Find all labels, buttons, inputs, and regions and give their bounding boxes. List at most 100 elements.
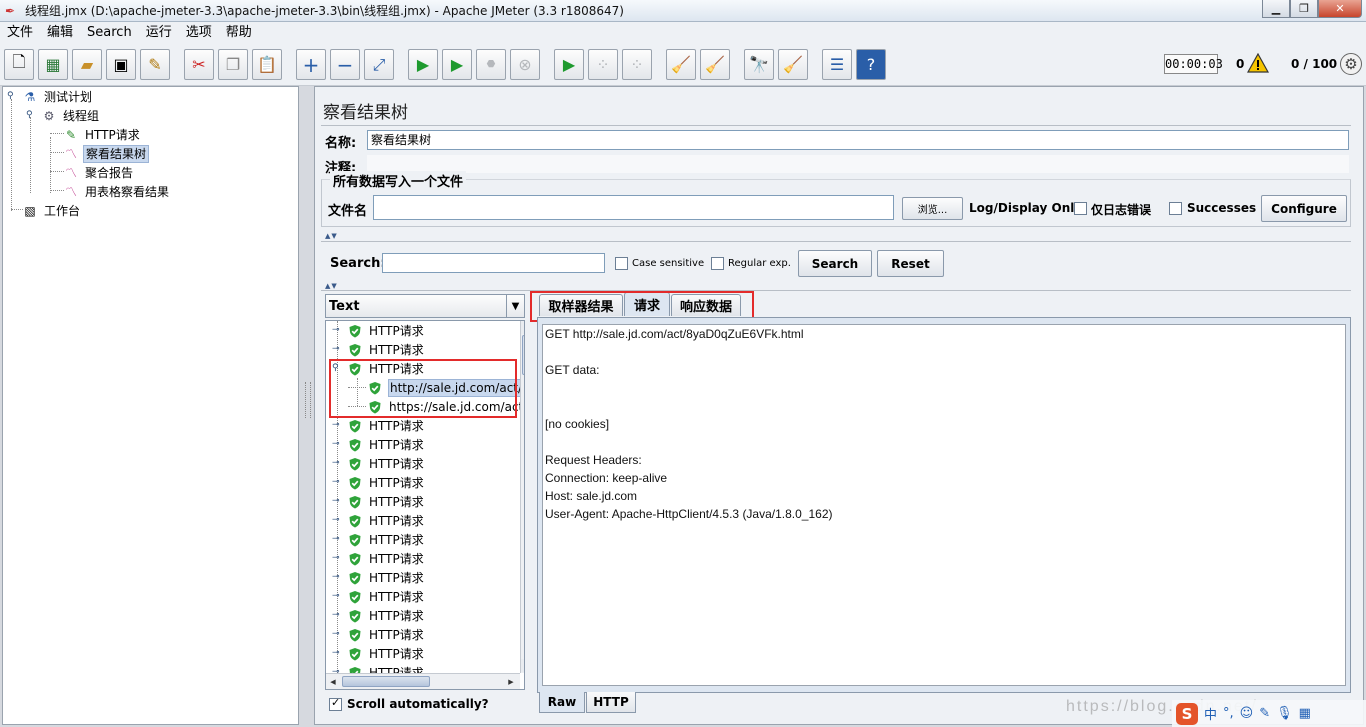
- clear-all-icon[interactable]: 🧹: [700, 49, 730, 80]
- subtab-raw[interactable]: Raw: [539, 692, 585, 713]
- warning-icon[interactable]: [1247, 53, 1269, 73]
- tree-toggle-icon[interactable]: ⊸: [332, 496, 340, 506]
- punctuation-icon[interactable]: °,: [1223, 706, 1234, 721]
- search-icon[interactable]: 🔭: [744, 49, 774, 80]
- subtab-http[interactable]: HTTP: [586, 692, 636, 713]
- cut-icon[interactable]: ✂: [184, 49, 214, 80]
- scroll-down-icon[interactable]: ▼: [521, 659, 524, 672]
- tree-toggle-icon[interactable]: ⊸: [332, 325, 340, 335]
- result-item[interactable]: ⊸ HTTP请求: [332, 549, 425, 568]
- tree-node-thread-group[interactable]: ⚙ 线程组: [40, 106, 101, 125]
- tree-toggle-icon[interactable]: ⊸: [332, 610, 340, 620]
- menu-search[interactable]: Search: [80, 22, 139, 44]
- result-item[interactable]: ⊸ HTTP请求: [332, 606, 425, 625]
- vertical-scrollbar[interactable]: ▲ ▼: [520, 321, 524, 673]
- case-sensitive-checkbox[interactable]: [615, 257, 628, 270]
- result-item[interactable]: ⊸ HTTP请求: [332, 416, 425, 435]
- scrollbar-thumb[interactable]: [342, 676, 430, 687]
- search-button[interactable]: Search: [798, 250, 872, 277]
- menu-run[interactable]: 运行: [139, 22, 179, 44]
- toggle-icon[interactable]: ⤢: [364, 49, 394, 80]
- tree-node-workbench[interactable]: ▧ 工作台: [21, 201, 82, 220]
- tree-toggle-icon[interactable]: ⚲: [7, 92, 16, 101]
- new-icon[interactable]: 🗋: [4, 49, 34, 80]
- split-pane-divider[interactable]: [302, 86, 314, 725]
- scroll-right-icon[interactable]: ▶: [504, 675, 518, 688]
- tree-node-aggregate-report[interactable]: 〽 聚合报告: [62, 163, 135, 182]
- tree-toggle-icon[interactable]: ⊸: [332, 458, 340, 468]
- save-as-icon[interactable]: ✎: [140, 49, 170, 80]
- stop-icon[interactable]: ⬣: [476, 49, 506, 80]
- horizontal-scrollbar[interactable]: ◀ ▶: [326, 673, 520, 689]
- open-icon[interactable]: ▰: [72, 49, 102, 80]
- tree-node-table-results[interactable]: 〽 用表格察看结果: [62, 182, 171, 201]
- tree-node-http-request[interactable]: ✎ HTTP请求: [62, 125, 142, 144]
- comment-input[interactable]: [367, 155, 1349, 173]
- tree-toggle-icon[interactable]: ⊸: [332, 572, 340, 582]
- scrollbar-thumb[interactable]: [522, 335, 524, 375]
- start-icon[interactable]: ▶: [408, 49, 438, 80]
- regex-checkbox[interactable]: [711, 257, 724, 270]
- tree-toggle-icon[interactable]: ⊸: [332, 648, 340, 658]
- successes-checkbox[interactable]: [1169, 202, 1182, 215]
- tree-toggle-icon[interactable]: ⊸: [332, 477, 340, 487]
- search-input[interactable]: [382, 253, 605, 273]
- configure-button[interactable]: Configure: [1261, 195, 1347, 222]
- templates-icon[interactable]: ▦: [38, 49, 68, 80]
- tree-node-test-plan[interactable]: ⚗ 测试计划: [21, 87, 94, 106]
- request-detail-text[interactable]: GET http://sale.jd.com/act/8yaD0qZuE6VFk…: [542, 324, 1346, 686]
- result-item[interactable]: ⊸ HTTP请求: [332, 568, 425, 587]
- tree-toggle-icon[interactable]: ⊸: [332, 534, 340, 544]
- grid-icon[interactable]: ▦: [1299, 706, 1311, 721]
- name-input[interactable]: 察看结果树: [367, 130, 1349, 150]
- tree-toggle-icon[interactable]: ⊸: [332, 515, 340, 525]
- remote-start-icon[interactable]: ▶: [554, 49, 584, 80]
- tree-node-results-tree[interactable]: 〽 察看结果树: [62, 144, 150, 163]
- scroll-left-icon[interactable]: ◀: [326, 675, 340, 688]
- shutdown-icon[interactable]: ⊗: [510, 49, 540, 80]
- save-icon[interactable]: ▣: [106, 49, 136, 80]
- result-item[interactable]: ⊸ HTTP请求: [332, 587, 425, 606]
- remote-shutdown-icon[interactable]: ⁘: [622, 49, 652, 80]
- result-item[interactable]: ⊸ HTTP请求: [332, 435, 425, 454]
- renderer-select[interactable]: Text ▼: [325, 294, 525, 318]
- result-item[interactable]: ⊸ HTTP请求: [332, 321, 425, 340]
- ime-mode[interactable]: 中: [1204, 704, 1217, 723]
- result-item[interactable]: ⊸ HTTP请求: [332, 340, 425, 359]
- tree-toggle-icon[interactable]: ⊸: [332, 553, 340, 563]
- tree-toggle-icon[interactable]: ⊸: [332, 629, 340, 639]
- browse-button[interactable]: 浏览...: [902, 197, 963, 220]
- menu-options[interactable]: 选项: [179, 22, 219, 44]
- errors-only-checkbox[interactable]: [1074, 202, 1087, 215]
- emoji-icon[interactable]: ☺: [1240, 706, 1254, 721]
- tree-toggle-icon[interactable]: ⊸: [332, 439, 340, 449]
- chevron-down-icon[interactable]: ▼: [506, 295, 524, 317]
- result-item[interactable]: ⊸ HTTP请求: [332, 530, 425, 549]
- reset-search-icon[interactable]: 🧹: [778, 49, 808, 80]
- tree-toggle-icon[interactable]: ⊸: [332, 344, 340, 354]
- start-no-pause-icon[interactable]: ▶: [442, 49, 472, 80]
- maximize-icon[interactable]: ❐: [1290, 0, 1318, 18]
- function-helper-icon[interactable]: ☰: [822, 49, 852, 80]
- remote-stop-icon[interactable]: ⁘: [588, 49, 618, 80]
- result-item[interactable]: ⊸ HTTP请求: [332, 511, 425, 530]
- paste-icon[interactable]: 📋: [252, 49, 282, 80]
- scroll-up-icon[interactable]: ▲: [521, 321, 524, 334]
- pen-icon[interactable]: ✎: [1259, 706, 1270, 721]
- filename-input[interactable]: [373, 195, 894, 220]
- result-item[interactable]: ⊸ HTTP请求: [332, 473, 425, 492]
- clear-icon[interactable]: 🧹: [666, 49, 696, 80]
- result-item[interactable]: ⊸ HTTP请求: [332, 644, 425, 663]
- expand-icon[interactable]: +: [296, 49, 326, 80]
- collapse-arrows-icon[interactable]: ▲▼: [325, 282, 338, 290]
- microphone-icon[interactable]: 🎙: [1276, 706, 1293, 721]
- remote-status-icon[interactable]: ⚙: [1340, 53, 1362, 75]
- result-item[interactable]: ⊸ HTTP请求: [332, 454, 425, 473]
- result-item[interactable]: ⊸ HTTP请求: [332, 492, 425, 511]
- close-icon[interactable]: ✕: [1318, 0, 1362, 18]
- collapse-arrows-icon[interactable]: ▲▼: [325, 232, 338, 240]
- reset-button[interactable]: Reset: [877, 250, 944, 277]
- copy-icon[interactable]: ❐: [218, 49, 248, 80]
- result-item[interactable]: ⊸ HTTP请求: [332, 625, 425, 644]
- menu-file[interactable]: 文件: [0, 22, 40, 44]
